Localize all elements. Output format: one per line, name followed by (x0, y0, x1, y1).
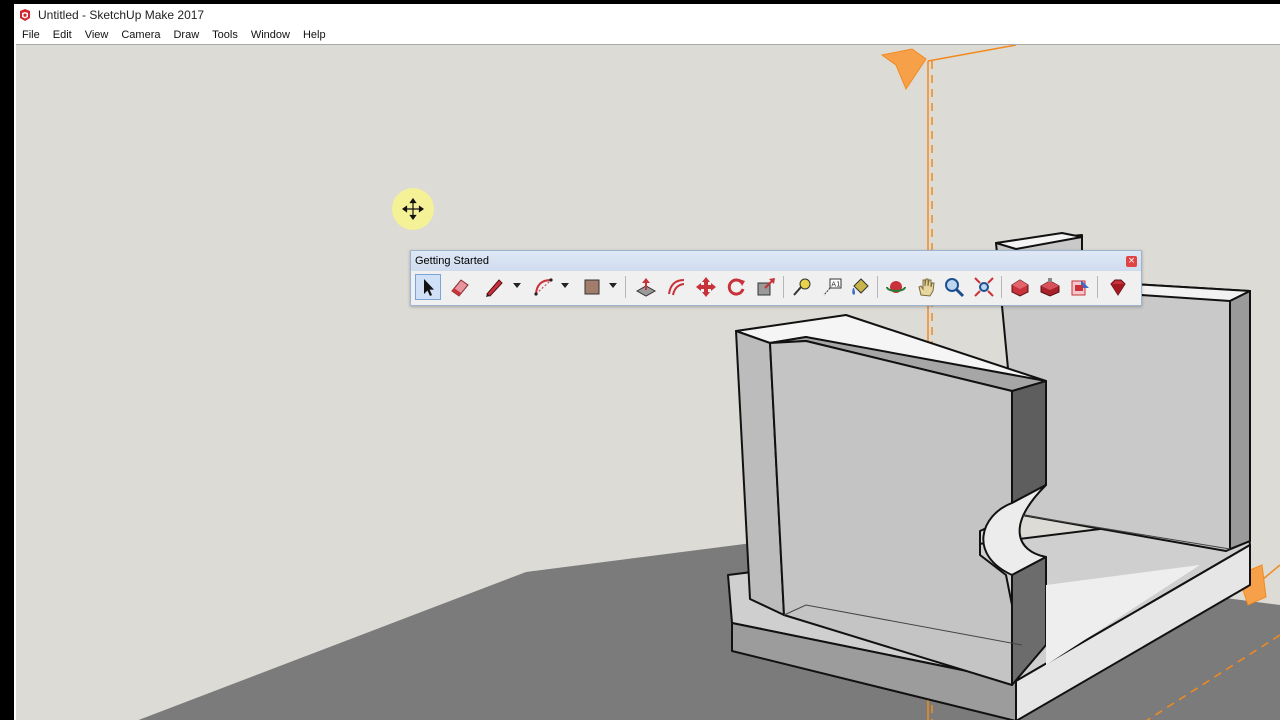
menu-help[interactable]: Help (298, 29, 331, 41)
tape-measure-tool-button[interactable] (789, 274, 815, 300)
offset-tool-button[interactable] (663, 274, 689, 300)
toolbar-separator (625, 276, 626, 298)
orbit-tool-button[interactable] (883, 274, 909, 300)
eraser-tool-button[interactable] (447, 274, 473, 300)
menu-bar: File Edit View Camera Draw Tools Window … (14, 26, 1280, 44)
rectangle-tool-dropdown[interactable] (609, 283, 617, 288)
zoom-extents-icon (974, 277, 994, 297)
scale-icon (757, 278, 775, 296)
menu-tools[interactable]: Tools (207, 29, 243, 41)
extension-warehouse-icon (1040, 278, 1060, 297)
text-a1-icon: A1 (823, 278, 842, 296)
magnifier-icon (945, 278, 965, 298)
push-pull-icon (635, 278, 657, 297)
extension-manager-button[interactable] (1105, 274, 1131, 300)
warehouse-icon (1011, 279, 1029, 297)
model-viewport[interactable]: Getting Started × A1 (16, 44, 1280, 720)
extension-warehouse-button[interactable] (1037, 274, 1063, 300)
menu-edit[interactable]: Edit (48, 29, 77, 41)
move-tool-button[interactable] (693, 274, 719, 300)
title-bar: Untitled - SketchUp Make 2017 (14, 4, 1280, 26)
sketchup-logo-icon (20, 9, 30, 21)
menu-file[interactable]: File (17, 29, 45, 41)
menu-draw[interactable]: Draw (168, 29, 204, 41)
orbit-icon (886, 281, 906, 293)
hand-icon (918, 278, 935, 297)
offset-icon (668, 279, 685, 296)
section-plane-handle-top (880, 48, 927, 91)
rotate-tool-button[interactable] (723, 274, 749, 300)
menu-window[interactable]: Window (246, 29, 295, 41)
arc-tool-button[interactable] (531, 274, 557, 300)
pan-tool-button[interactable] (913, 274, 939, 300)
getting-started-toolbar[interactable]: Getting Started × A1 (410, 250, 1142, 306)
layout-icon (1071, 280, 1089, 296)
close-icon[interactable]: × (1126, 255, 1137, 267)
toolbar-separator (877, 276, 878, 298)
toolbar-tools: A1 (411, 271, 1141, 303)
arc-icon (534, 278, 553, 296)
rectangle-icon (584, 279, 600, 295)
send-to-layout-button[interactable] (1067, 274, 1093, 300)
zoom-extents-tool-button[interactable] (971, 274, 997, 300)
pencil-icon (486, 279, 503, 297)
menu-view[interactable]: View (80, 29, 114, 41)
line-tool-button[interactable] (481, 274, 507, 300)
paint-bucket-icon (852, 278, 869, 295)
3d-scene (138, 45, 1280, 720)
arrow-cursor-icon (424, 279, 434, 296)
scale-tool-button[interactable] (753, 274, 779, 300)
paint-bucket-tool-button[interactable] (847, 274, 873, 300)
window-title: Untitled - SketchUp Make 2017 (38, 8, 205, 22)
rectangle-tool-button[interactable] (579, 274, 605, 300)
zoom-tool-button[interactable] (941, 274, 967, 300)
ruby-gem-icon (1110, 279, 1126, 296)
arc-tool-dropdown[interactable] (561, 283, 569, 288)
3d-warehouse-button[interactable] (1007, 274, 1033, 300)
sketchup-window: Untitled - SketchUp Make 2017 File Edit … (14, 4, 1280, 720)
toolbar-title: Getting Started (415, 255, 489, 267)
menu-camera[interactable]: Camera (116, 29, 165, 41)
toolbar-separator (783, 276, 784, 298)
tape-measure-icon (793, 278, 811, 296)
toolbar-title-bar[interactable]: Getting Started × (411, 251, 1141, 271)
move-icon (696, 277, 716, 297)
toolbar-separator (1097, 276, 1098, 298)
svg-text:A1: A1 (831, 281, 840, 289)
toolbar-separator (1001, 276, 1002, 298)
text-tool-button[interactable]: A1 (819, 274, 845, 300)
rotate-icon (727, 278, 745, 296)
push-pull-tool-button[interactable] (633, 274, 659, 300)
line-tool-dropdown[interactable] (513, 283, 521, 288)
move-cursor-icon (402, 198, 424, 220)
select-tool-button[interactable] (415, 274, 441, 300)
eraser-icon (451, 279, 469, 297)
